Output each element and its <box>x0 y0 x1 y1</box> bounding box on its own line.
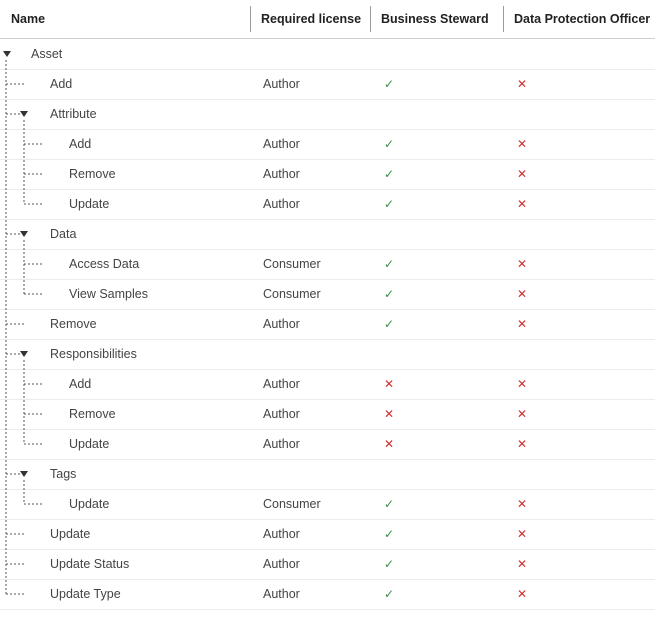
tree-group-row[interactable]: Responsibilities <box>0 339 655 370</box>
row-license: Author <box>263 167 300 181</box>
cross-icon: ✕ <box>384 407 395 421</box>
column-header-name[interactable]: Name <box>11 0 45 38</box>
column-resize-handle[interactable] <box>250 6 251 32</box>
row-name: Remove <box>69 167 116 181</box>
cross-icon: ✕ <box>384 437 395 451</box>
row-name: Update Type <box>50 587 121 601</box>
row-license: Consumer <box>263 497 321 511</box>
row-license: Author <box>263 317 300 331</box>
cross-icon: ✕ <box>384 377 395 391</box>
cross-icon: ✕ <box>517 167 528 181</box>
column-header-data-protection-officer[interactable]: Data Protection Officer <box>514 0 650 38</box>
table-row[interactable]: Update Consumer ✓ ✕ <box>0 489 655 520</box>
checkmark-icon: ✓ <box>384 527 395 541</box>
row-name: Add <box>50 77 73 91</box>
table-row[interactable]: View Samples Consumer ✓ ✕ <box>0 279 655 310</box>
tree-group-row[interactable]: Attribute <box>0 99 655 130</box>
row-license: Author <box>263 437 300 451</box>
checkmark-icon: ✓ <box>384 167 395 181</box>
table-row[interactable]: Remove Author ✕ ✕ <box>0 399 655 430</box>
row-name: Add <box>69 377 92 391</box>
cross-icon: ✕ <box>517 137 528 151</box>
row-license: Author <box>263 527 300 541</box>
cross-icon: ✕ <box>517 557 528 571</box>
row-license: Author <box>263 197 300 211</box>
row-name: Access Data <box>69 257 140 271</box>
column-resize-handle[interactable] <box>370 6 371 32</box>
cross-icon: ✕ <box>517 197 528 211</box>
checkmark-icon: ✓ <box>384 137 395 151</box>
cross-icon: ✕ <box>517 587 528 601</box>
column-header-license[interactable]: Required license <box>261 0 361 38</box>
cross-icon: ✕ <box>517 527 528 541</box>
row-license: Author <box>263 587 300 601</box>
checkmark-icon: ✓ <box>384 287 395 301</box>
tree-group-row[interactable]: Asset <box>0 39 655 70</box>
row-name: Update <box>50 527 91 541</box>
row-name: Update <box>69 197 110 211</box>
cross-icon: ✕ <box>517 317 528 331</box>
table-row[interactable]: Add Author ✓ ✕ <box>0 69 655 100</box>
row-license: Author <box>263 407 300 421</box>
row-name: Responsibilities <box>50 347 137 361</box>
expand-collapse-icon[interactable] <box>20 471 28 477</box>
checkmark-icon: ✓ <box>384 497 395 511</box>
checkmark-icon: ✓ <box>384 77 395 91</box>
table-row[interactable]: Access Data Consumer ✓ ✕ <box>0 249 655 280</box>
row-name: Data <box>50 227 77 241</box>
row-name: Update <box>69 437 110 451</box>
table-row[interactable]: Update Author ✓ ✕ <box>0 519 655 550</box>
row-license: Author <box>263 77 300 91</box>
table-header: Name Required license Business Steward D… <box>0 0 655 39</box>
tree-group-row[interactable]: Data <box>0 219 655 250</box>
table-row[interactable]: Remove Author ✓ ✕ <box>0 159 655 190</box>
checkmark-icon: ✓ <box>384 197 395 211</box>
table-row[interactable]: Add Author ✕ ✕ <box>0 369 655 400</box>
row-license: Author <box>263 377 300 391</box>
table-row[interactable]: Update Author ✓ ✕ <box>0 189 655 220</box>
table-row[interactable]: Update Type Author ✓ ✕ <box>0 579 655 610</box>
row-name: Tags <box>50 467 77 481</box>
table-row[interactable]: Update Author ✕ ✕ <box>0 429 655 460</box>
row-name: Attribute <box>50 107 97 121</box>
table-row[interactable]: Add Author ✓ ✕ <box>0 129 655 160</box>
cross-icon: ✕ <box>517 407 528 421</box>
row-name: Update <box>69 497 110 511</box>
cross-icon: ✕ <box>517 377 528 391</box>
row-name: Remove <box>50 317 97 331</box>
checkmark-icon: ✓ <box>384 317 395 331</box>
expand-collapse-icon[interactable] <box>3 51 11 57</box>
tree-group-row[interactable]: Tags <box>0 459 655 490</box>
checkmark-icon: ✓ <box>384 587 395 601</box>
row-license: Author <box>263 137 300 151</box>
table-row[interactable]: Remove Author ✓ ✕ <box>0 309 655 340</box>
expand-collapse-icon[interactable] <box>20 111 28 117</box>
checkmark-icon: ✓ <box>384 257 395 271</box>
expand-collapse-icon[interactable] <box>20 231 28 237</box>
row-name: Update Status <box>50 557 130 571</box>
column-header-business-steward[interactable]: Business Steward <box>381 0 489 38</box>
row-name: Add <box>69 137 92 151</box>
cross-icon: ✕ <box>517 437 528 451</box>
cross-icon: ✕ <box>517 287 528 301</box>
cross-icon: ✕ <box>517 257 528 271</box>
row-license: Consumer <box>263 287 321 301</box>
row-name: Asset <box>31 47 63 61</box>
cross-icon: ✕ <box>517 77 528 91</box>
checkmark-icon: ✓ <box>384 557 395 571</box>
row-license: Author <box>263 557 300 571</box>
cross-icon: ✕ <box>517 497 528 511</box>
expand-collapse-icon[interactable] <box>20 351 28 357</box>
table-row[interactable]: Update Status Author ✓ ✕ <box>0 549 655 580</box>
row-name: Remove <box>69 407 116 421</box>
row-license: Consumer <box>263 257 321 271</box>
row-name: View Samples <box>69 287 148 301</box>
column-resize-handle[interactable] <box>503 6 504 32</box>
